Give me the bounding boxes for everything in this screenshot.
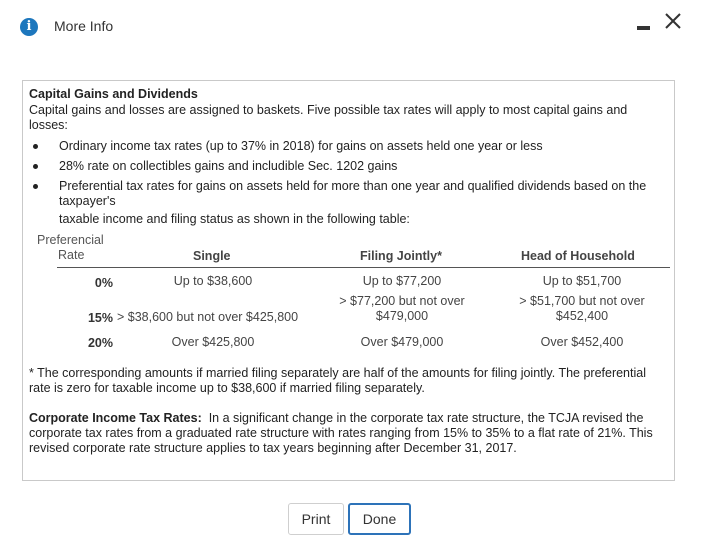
rate-0: 0%	[94, 276, 113, 290]
table-cell: Over $479,000	[360, 335, 444, 349]
bullet-icon	[33, 184, 38, 189]
list-item: 28% rate on collectibles gains and inclu…	[29, 159, 665, 174]
table-cell: Up to $77,200	[362, 274, 442, 288]
tax-rate-list: Ordinary income tax rates (up to 37% in …	[29, 139, 665, 214]
table-cell: Over $452,400	[540, 335, 624, 349]
rate-column-header: Preferencial Rate	[37, 233, 104, 262]
corporate-tax-label: Corporate Income Tax Rates:	[29, 411, 202, 425]
corporate-tax-paragraph: Corporate Income Tax Rates: In a signifi…	[29, 411, 669, 456]
minimize-icon	[637, 26, 650, 30]
title-bar: i More Info	[0, 0, 701, 56]
window-title: More Info	[54, 18, 114, 34]
rate-15: 15%	[87, 311, 113, 325]
info-content-panel: Capital Gains and Dividends Capital gain…	[22, 80, 675, 481]
list-item: Ordinary income tax rates (up to 37% in …	[29, 139, 665, 154]
table-cell: > $77,200 but not over $479,000	[339, 294, 465, 323]
header-head-of-household: Head of Household	[521, 249, 635, 263]
header-divider	[57, 267, 670, 268]
table-cell: Up to $51,700	[542, 274, 622, 288]
close-button[interactable]	[661, 10, 685, 32]
intro-text: Capital gains and losses are assigned to…	[29, 103, 628, 132]
footnote: * The corresponding amounts if married f…	[29, 366, 646, 395]
bullet-icon	[33, 144, 38, 149]
section-title: Capital Gains and Dividends	[29, 87, 198, 101]
table-intro-text: taxable income and filing status as show…	[59, 212, 410, 226]
bullet-icon	[33, 164, 38, 169]
info-icon: i	[20, 18, 38, 36]
table-cell: > $38,600 but not over $425,800	[117, 310, 299, 324]
done-button[interactable]: Done	[348, 503, 411, 535]
list-item: Preferential tax rates for gains on asse…	[29, 179, 665, 209]
header-filing-jointly: Filing Jointly*	[360, 249, 442, 263]
rate-20: 20%	[87, 336, 113, 350]
header-single: Single	[193, 249, 231, 263]
table-cell: Up to $38,600	[173, 274, 253, 288]
print-button[interactable]: Print	[288, 503, 344, 535]
table-cell: > $51,700 but not over $452,400	[519, 294, 645, 323]
minimize-button[interactable]	[634, 22, 654, 34]
close-icon	[665, 13, 681, 29]
table-cell: Over $425,800	[171, 335, 255, 349]
